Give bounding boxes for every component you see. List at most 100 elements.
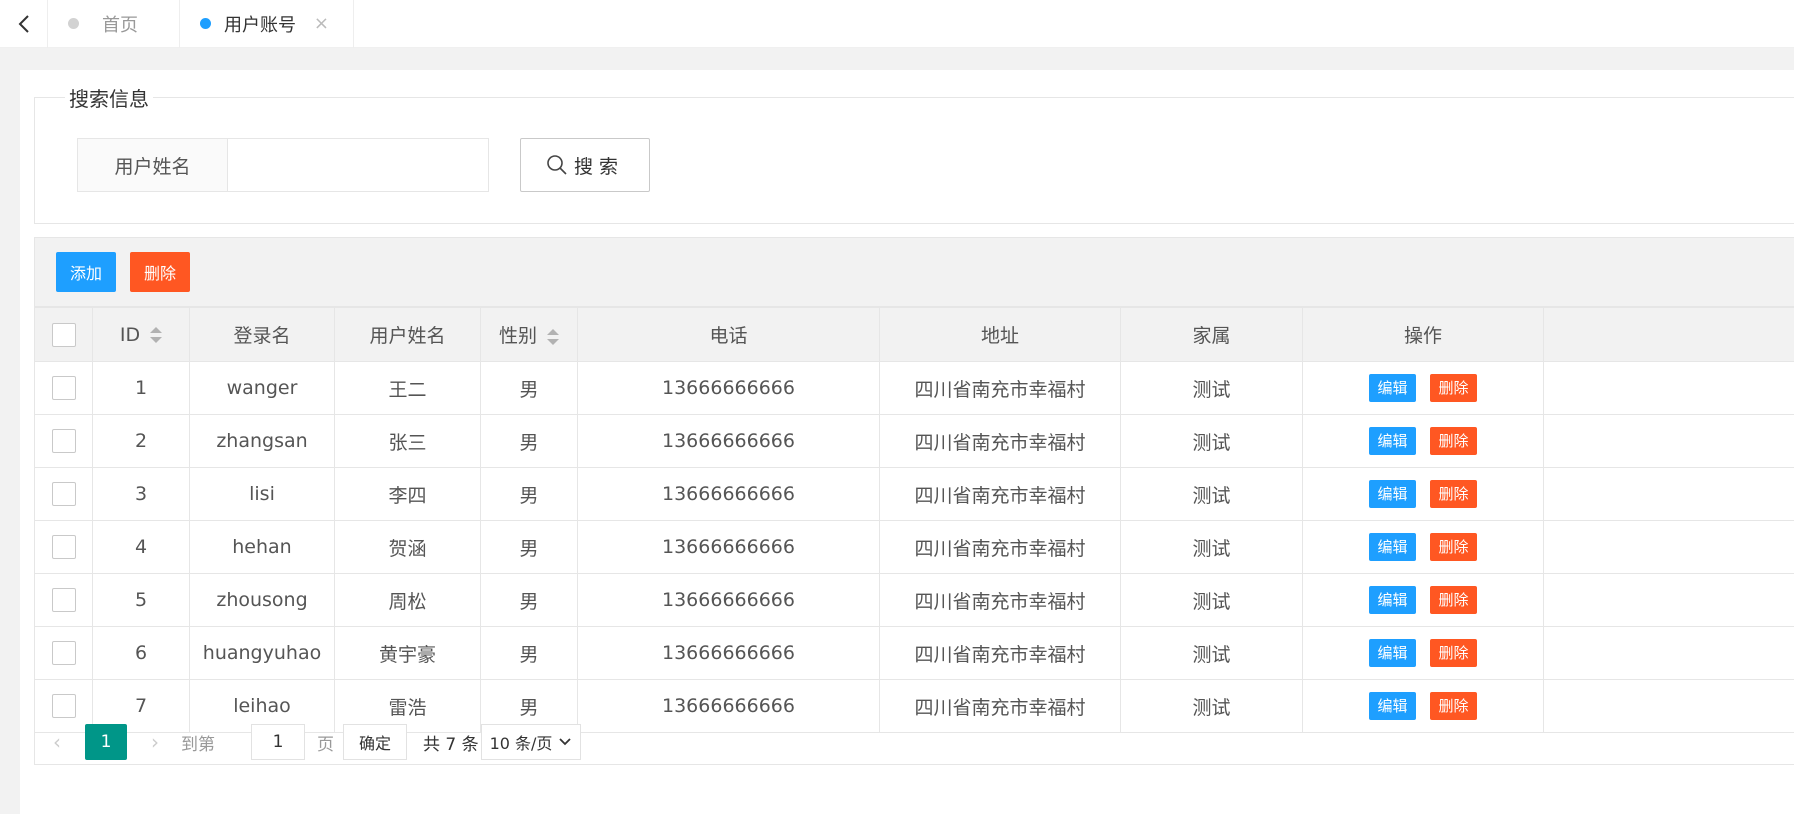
row-checkbox[interactable] xyxy=(51,376,76,400)
row-checkbox[interactable] xyxy=(51,535,76,559)
cell-filler xyxy=(1543,361,1794,415)
cell-id: 5 xyxy=(92,573,190,627)
table-row: 2 zhangsan 张三男 13666666666 四川省南充市幸福村 测试 编辑 删除 xyxy=(34,414,1794,468)
table-row: 5 zhousong 周松男 13666666666 四川省南充市幸福村 测试 编辑 删除 xyxy=(34,573,1794,627)
tab-bar: 首页 用户账号 × xyxy=(0,0,1794,48)
page-unit-label: 页 xyxy=(317,734,334,755)
cell-name: 周松 xyxy=(334,573,481,627)
cell-family: 测试 xyxy=(1120,573,1303,627)
column-header-filler xyxy=(1543,307,1794,362)
edit-button[interactable]: 编辑 xyxy=(1369,374,1416,402)
table-header-row: ID 登录名 用户姓名 性别 电话 地址 家属 操作 xyxy=(34,307,1794,362)
cell-gender: 男 xyxy=(480,414,578,468)
batch-delete-button[interactable]: 删除 xyxy=(130,252,190,292)
row-checkbox[interactable] xyxy=(51,429,76,453)
current-page[interactable]: 1 xyxy=(85,724,127,760)
search-button[interactable]: 搜索 xyxy=(520,138,650,192)
cell-id: 1 xyxy=(92,361,190,415)
edit-button[interactable]: 编辑 xyxy=(1369,533,1416,561)
back-button[interactable] xyxy=(0,0,48,48)
cell-gender: 男 xyxy=(480,361,578,415)
cell-id: 2 xyxy=(92,414,190,468)
delete-button[interactable]: 删除 xyxy=(1430,374,1477,402)
cell-actions: 编辑 删除 xyxy=(1302,626,1544,680)
edit-button[interactable]: 编辑 xyxy=(1369,427,1416,455)
cell-phone: 13666666666 xyxy=(577,414,880,468)
select-all-checkbox[interactable] xyxy=(51,322,76,347)
column-label: ID xyxy=(119,323,141,346)
user-table: ID 登录名 用户姓名 性别 电话 地址 家属 操作 1 wanger 王二男 136… xyxy=(34,307,1794,733)
cell-id: 3 xyxy=(92,467,190,521)
cell-gender: 男 xyxy=(480,520,578,574)
tab-label: 用户账号 xyxy=(224,15,296,36)
delete-button[interactable]: 删除 xyxy=(1430,533,1477,561)
cell-address: 四川省南充市幸福村 xyxy=(879,626,1121,680)
column-header-actions: 操作 xyxy=(1302,307,1544,362)
column-header-phone: 电话 xyxy=(577,307,880,362)
page-size-value: 10 条/页 xyxy=(489,734,553,753)
search-input[interactable] xyxy=(228,139,488,191)
chevron-down-icon xyxy=(559,738,572,746)
row-checkbox[interactable] xyxy=(51,588,76,612)
cell-login: zhousong xyxy=(189,573,335,627)
cell-actions: 编辑 删除 xyxy=(1302,520,1544,574)
cell-name: 贺涵 xyxy=(334,520,481,574)
table-row: 1 wanger 王二男 13666666666 四川省南充市幸福村 测试 编辑 删除 xyxy=(34,361,1794,415)
edit-button[interactable]: 编辑 xyxy=(1369,480,1416,508)
next-page-icon[interactable]: › xyxy=(151,724,159,760)
cell-phone: 13666666666 xyxy=(577,520,880,574)
cell-login: huangyuhao xyxy=(189,626,335,680)
column-header-login: 登录名 xyxy=(189,307,335,362)
cell-family: 测试 xyxy=(1120,467,1303,521)
cell-address: 四川省南充市幸福村 xyxy=(879,467,1121,521)
column-header-family: 家属 xyxy=(1120,307,1303,362)
tab-dot-icon xyxy=(68,18,79,29)
close-icon[interactable]: × xyxy=(314,13,329,34)
cell-phone: 13666666666 xyxy=(577,626,880,680)
cell-gender: 男 xyxy=(480,626,578,680)
cell-login: lisi xyxy=(189,467,335,521)
row-checkbox[interactable] xyxy=(51,482,76,506)
sort-icon[interactable] xyxy=(150,327,163,343)
row-checkbox[interactable] xyxy=(51,641,76,665)
delete-button[interactable]: 删除 xyxy=(1430,427,1477,455)
delete-button[interactable]: 删除 xyxy=(1430,586,1477,614)
cell-name: 张三 xyxy=(334,414,481,468)
cell-id: 6 xyxy=(92,626,190,680)
edit-button[interactable]: 编辑 xyxy=(1369,639,1416,667)
cell-address: 四川省南充市幸福村 xyxy=(879,573,1121,627)
cell-family: 测试 xyxy=(1120,361,1303,415)
goto-page-input[interactable]: 1 xyxy=(251,724,305,760)
delete-button[interactable]: 删除 xyxy=(1430,639,1477,667)
cell-login: zhangsan xyxy=(189,414,335,468)
page-size-select[interactable]: 10 条/页 xyxy=(481,724,581,760)
tab-user-account[interactable]: 用户账号 × xyxy=(180,0,354,48)
goto-confirm-button[interactable]: 确定 xyxy=(343,724,407,760)
chevron-left-icon xyxy=(18,15,29,33)
tab-dot-icon xyxy=(200,18,211,29)
search-legend: 搜索信息 xyxy=(65,83,153,112)
column-header-gender[interactable]: 性别 xyxy=(480,307,578,362)
cell-name: 李四 xyxy=(334,467,481,521)
cell-address: 四川省南充市幸福村 xyxy=(879,361,1121,415)
delete-button[interactable]: 删除 xyxy=(1430,480,1477,508)
search-label: 用户姓名 xyxy=(78,139,228,191)
sort-icon[interactable] xyxy=(547,328,559,345)
add-button[interactable]: 添加 xyxy=(56,252,116,292)
cell-actions: 编辑 删除 xyxy=(1302,361,1544,415)
row-select-cell xyxy=(34,467,93,521)
cell-phone: 13666666666 xyxy=(577,573,880,627)
cell-filler xyxy=(1543,467,1794,521)
prev-page-icon[interactable]: ‹ xyxy=(53,724,61,760)
column-label: 性别 xyxy=(498,325,537,347)
tab-label: 首页 xyxy=(102,15,138,36)
cell-login: hehan xyxy=(189,520,335,574)
cell-filler xyxy=(1543,414,1794,468)
search-button-label: 搜索 xyxy=(573,155,624,178)
cell-address: 四川省南充市幸福村 xyxy=(879,414,1121,468)
cell-filler xyxy=(1543,573,1794,627)
column-header-id[interactable]: ID xyxy=(92,307,190,362)
edit-button[interactable]: 编辑 xyxy=(1369,586,1416,614)
cell-name: 王二 xyxy=(334,361,481,415)
tab-home[interactable]: 首页 xyxy=(48,0,180,48)
